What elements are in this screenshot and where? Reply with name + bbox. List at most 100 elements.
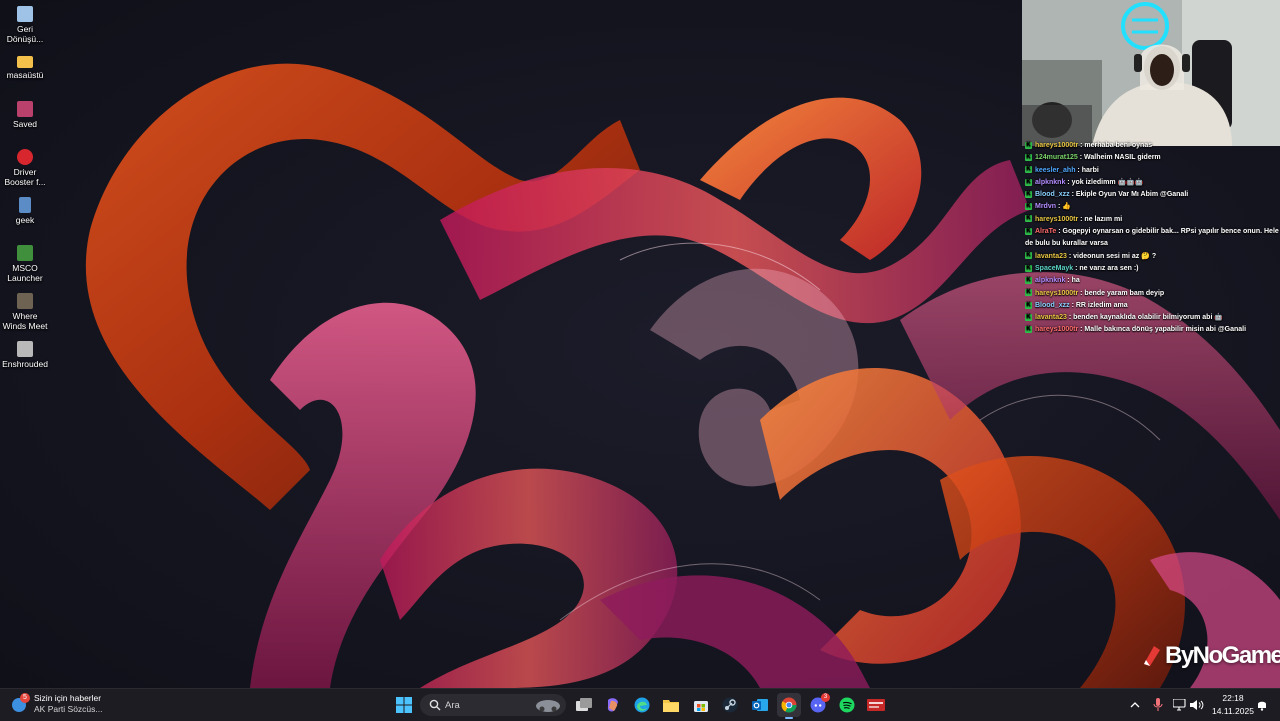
moderator-badge-icon: K [1025,178,1032,186]
chat-username: hareys1000tr [1035,326,1079,334]
recycle-bin-icon [17,6,33,22]
chat-text: : yok izledimm 🤖🤖🤖 [1065,178,1144,186]
desktop-icon-msco-launcher[interactable]: MSCO Launcher [0,245,50,283]
moderator-badge-icon: K [1025,276,1032,284]
desktop-icon-driver-booster[interactable]: Driver Booster f... [0,149,50,187]
chat-message: Klavanta23 : benden kaynaklıda olabilir … [1022,312,1280,324]
spotify-icon [839,697,855,713]
moderator-badge-icon: K [1025,289,1032,297]
chat-text: : bende yaram bam deyip [1078,289,1165,297]
game-launcher-button[interactable] [864,693,888,717]
news-widget[interactable]: 5 Sizin için haberler AK Parti Sözcüs... [12,693,103,715]
bynogame-logo-icon [1144,646,1160,666]
chat-message: Kalpknknk : ha [1022,275,1280,287]
steam-button[interactable] [718,693,742,717]
file-explorer-button[interactable] [659,693,683,717]
driver-booster-icon [17,149,33,165]
webcam-overlay [1022,0,1280,146]
news-title: Sizin için haberler [34,693,102,703]
chat-text: : Walheim NASIL giderm [1077,154,1161,162]
taskbar-search[interactable]: Ara [420,694,566,716]
winrar-icon [17,101,33,117]
desktop-icon-masaustu[interactable]: masaüstü [0,54,50,80]
chat-message: K Mrdvn : 👍 [1022,201,1280,213]
chrome-button[interactable] [777,693,801,719]
watermark-text: ByNoGame [1165,642,1280,669]
moderator-badge-icon: K [1025,326,1032,334]
chat-username: Mrdvn [1035,203,1056,211]
taskbar: 5 Sizin için haberler AK Parti Sözcüs...… [0,688,1280,721]
moderator-badge-icon: K [1025,203,1032,211]
desktop-icon-label: Where Winds Meet [2,311,48,331]
network-icon [1173,699,1186,711]
clock-time: 22:18 [1222,693,1244,703]
chat-username: lavanta23 [1035,252,1067,260]
chat-username: SpaceMayk [1035,264,1074,272]
edge-button[interactable] [630,693,654,717]
chat-text: : ha [1065,277,1080,285]
steam-icon [722,697,738,713]
moderator-badge-icon: K [1025,153,1032,161]
chat-message: K Blood_xzz : RR izledim ama [1022,300,1280,312]
chat-username: alpknknk [1035,178,1066,186]
chat-username: lavanta23 [1035,314,1067,322]
desktop-icon-saved[interactable]: Saved [0,101,50,129]
stream-chat: Khareys1000tr : merhaba beni oynas K 124m… [1022,140,1280,337]
copilot-icon [607,698,618,712]
desktop-icon-recycle-bin[interactable]: Geri Dönüşü... [0,6,50,44]
chat-username: Blood_xzz [1035,301,1070,309]
desktop-icon-where-winds-meet[interactable]: Where Winds Meet [0,293,50,331]
weather-news-icon: 5 [12,693,30,712]
desktop-icon-label: Driver Booster f... [4,167,46,187]
chat-message: Khareys1000tr : bende yaram bam deyip [1022,288,1280,300]
spotify-button[interactable] [835,693,859,717]
moderator-badge-icon: K [1025,141,1032,149]
streamer-camera-image [1022,0,1280,146]
chat-message: K Blood_xzz : Ekiple Oyun Var Mı Abim @Ga… [1022,189,1280,201]
notification-badge: 5 [20,693,30,703]
bynogame-watermark: ByNoGame [1142,641,1280,671]
edge-icon [634,697,650,713]
chat-text: : benden kaynaklıda olabilir bilmiyorum … [1066,314,1224,322]
volume-button[interactable] [1187,693,1207,717]
speaker-icon [1190,700,1204,710]
desktop-icon-label: masaüstü [6,70,44,80]
notifications-button[interactable] [1252,693,1272,717]
microphone-icon [1153,698,1163,711]
desktop-icon-enshrouded[interactable]: Enshrouded [0,341,50,369]
desktop-icon-geek[interactable]: geek [0,197,50,225]
discord-button[interactable]: 3 [806,693,830,717]
chat-message: K 124murat125 : Walheim NASIL giderm [1022,152,1280,164]
chat-username: keesler_ahh [1035,166,1076,174]
store-button[interactable] [689,693,713,717]
news-subtitle: AK Parti Sözcüs... [34,704,103,714]
start-button[interactable] [392,693,416,717]
windows-logo-icon [396,697,412,713]
taskbar-clock[interactable]: 22:18 14.11.2025 [1208,693,1258,716]
folder-icon [17,56,33,68]
outlook-button[interactable] [748,693,772,717]
outlook-icon [752,699,768,711]
desktop-icon-label: geek [15,215,35,225]
moderator-badge-icon: K [1025,264,1032,272]
moderator-badge-icon: K [1025,252,1032,260]
chat-username: 124murat125 [1035,154,1078,162]
microphone-button[interactable] [1149,693,1167,717]
chat-message: Kalpknknk : yok izledimm 🤖🤖🤖 [1022,177,1280,189]
enshrouded-icon [17,341,33,357]
desktop-icon-label: Saved [12,119,38,129]
chat-message: Klavanta23 : videonun sesi mi az 🤔 ? [1022,251,1280,263]
notification-bell-icon [1258,701,1266,711]
msco-launcher-icon [17,245,33,261]
task-view-button[interactable] [572,693,596,717]
copilot-button[interactable] [601,693,625,717]
chat-username: hareys1000tr [1035,142,1079,149]
chat-text: : RR izledim ama [1069,301,1128,309]
moderator-badge-icon: K [1025,215,1032,223]
chat-message: Khareys1000tr : Malle bakınca dönüş yapa… [1022,324,1280,336]
chat-message: K AlraTe : Gogepyi oynarsan o gidebilir b… [1022,226,1280,251]
chat-message: Khareys1000tr : merhaba beni oynas [1022,140,1280,152]
show-hidden-icons-button[interactable] [1126,693,1144,717]
search-placeholder: Ara [445,699,460,711]
moderator-badge-icon: K [1025,227,1032,235]
